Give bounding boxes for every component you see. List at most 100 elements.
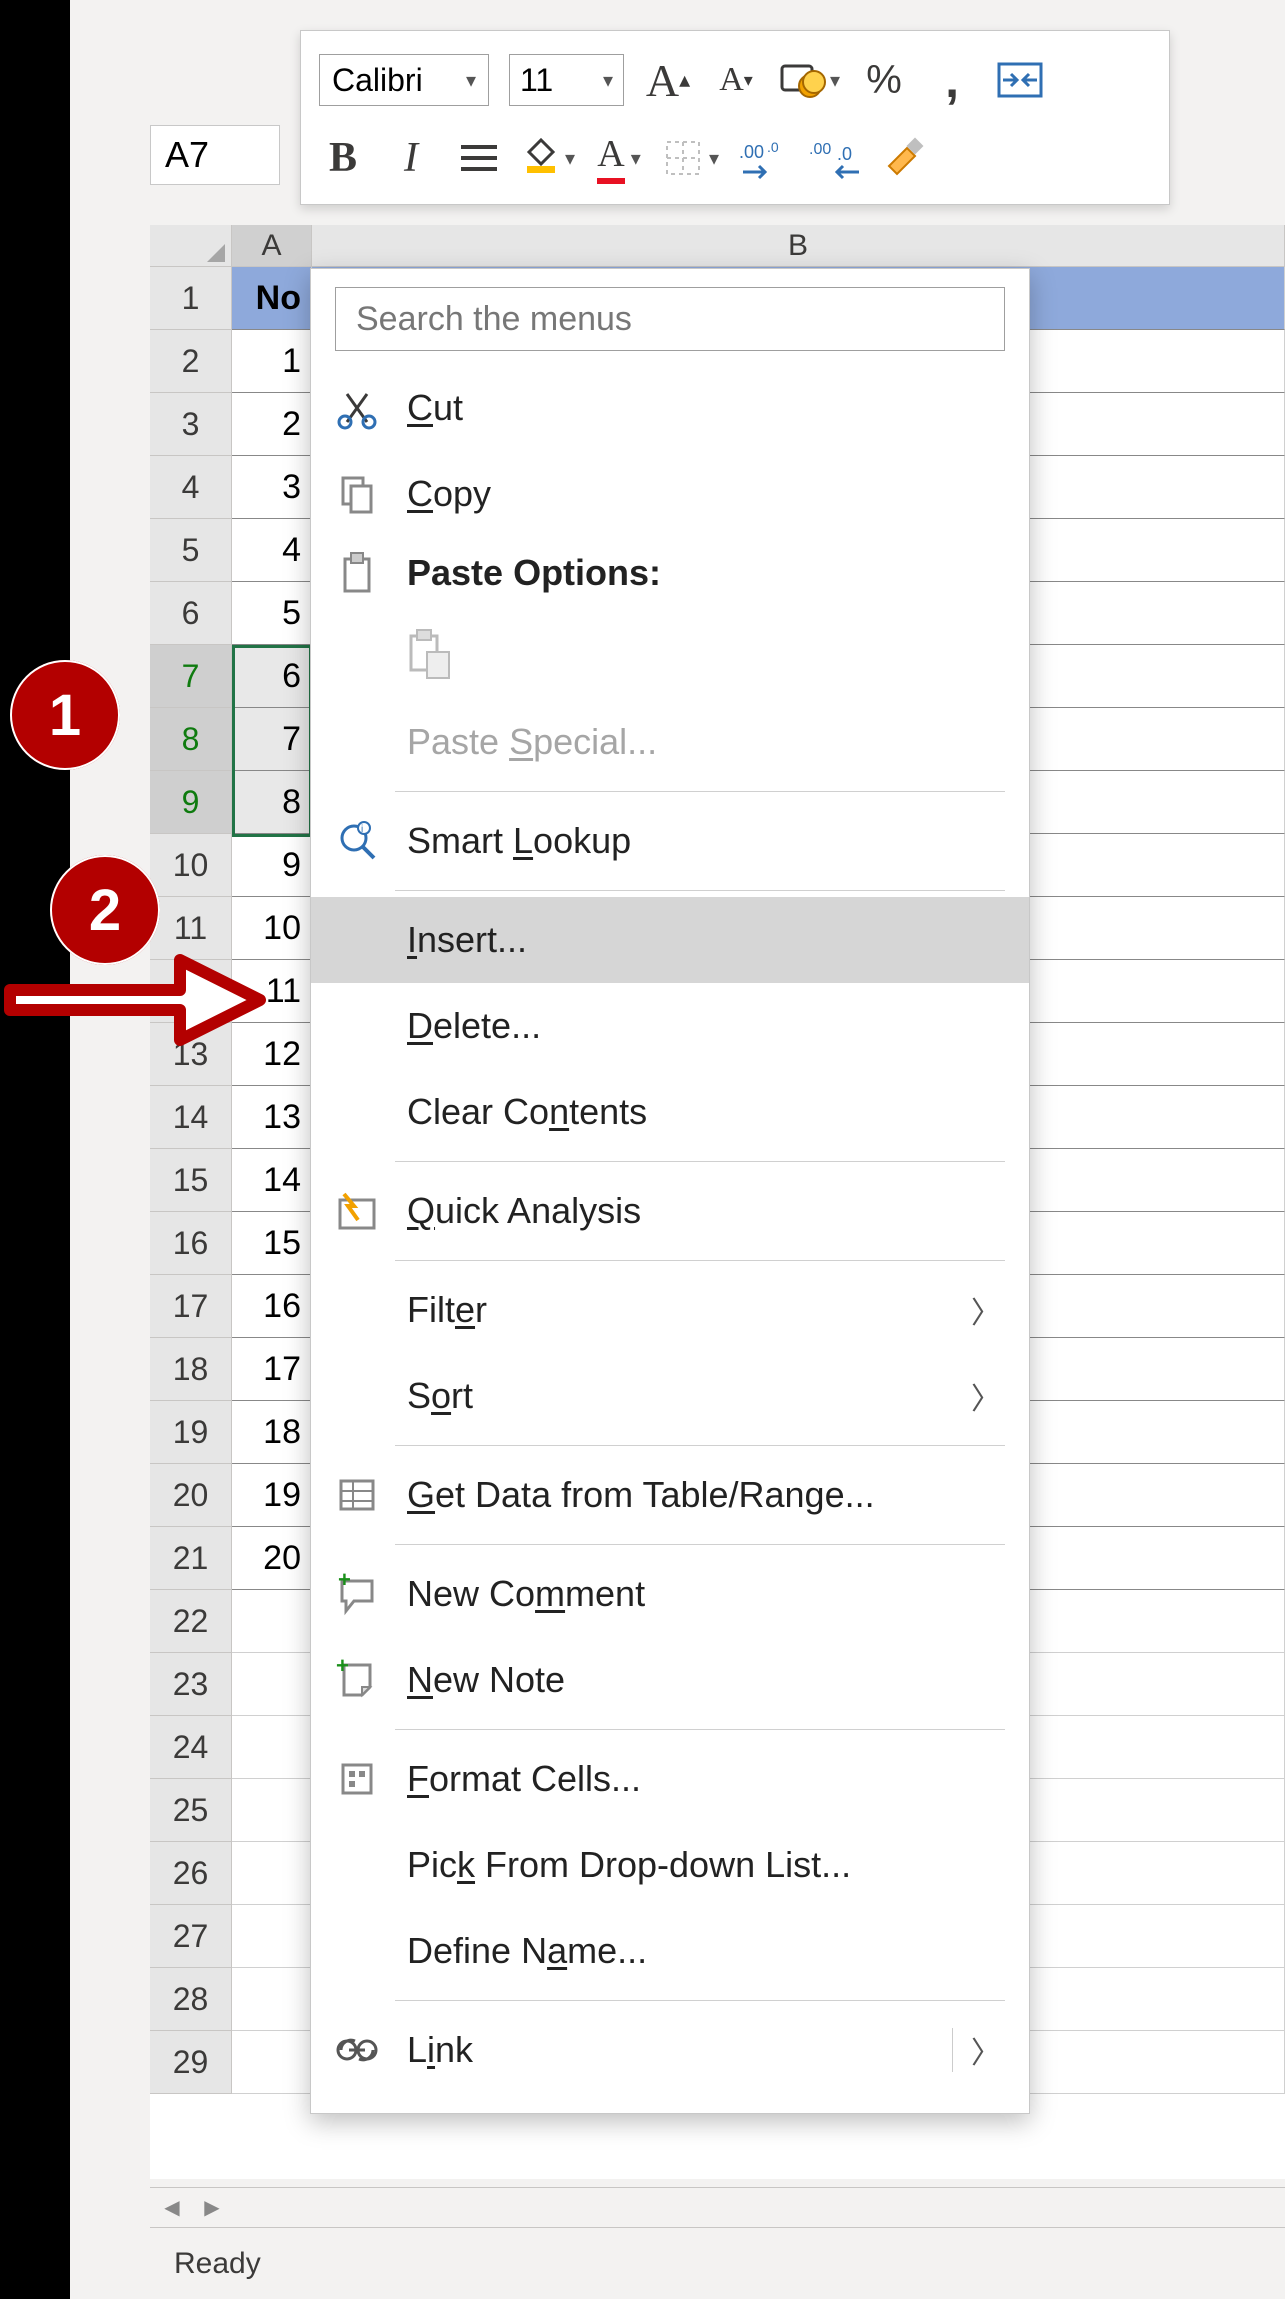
row-header[interactable]: 19 — [150, 1401, 232, 1464]
menu-copy[interactable]: Copy — [311, 451, 1029, 537]
cell[interactable]: 6 — [232, 645, 312, 708]
cell[interactable] — [232, 1968, 312, 2031]
menu-smart-lookup[interactable]: i Smart Lookup — [311, 798, 1029, 884]
borders-button[interactable]: ▾ — [663, 134, 719, 182]
merge-center-button[interactable] — [996, 56, 1044, 104]
increase-decimal-button[interactable]: .00 .0 — [739, 134, 789, 182]
note-icon: + — [333, 1656, 381, 1704]
menu-sort[interactable]: Sort 〉 — [311, 1353, 1029, 1439]
row-header[interactable]: 22 — [150, 1590, 232, 1653]
row-header[interactable]: 29 — [150, 2031, 232, 2094]
percent-style-button[interactable]: % — [860, 56, 908, 104]
row-header[interactable]: 17 — [150, 1275, 232, 1338]
bold-button[interactable]: B — [319, 134, 367, 182]
cell[interactable]: 7 — [232, 708, 312, 771]
cell[interactable]: 1 — [232, 330, 312, 393]
italic-button[interactable]: I — [387, 134, 435, 182]
scroll-right-icon[interactable]: ▶ — [198, 2194, 226, 2222]
accounting-format-button[interactable]: ▾ — [780, 56, 840, 104]
cell[interactable]: 9 — [232, 834, 312, 897]
name-box[interactable]: A7 — [150, 125, 280, 185]
increase-font-size-button[interactable]: A▴ — [644, 56, 692, 104]
chevron-down-icon: ▾ — [466, 68, 476, 93]
menu-separator — [395, 2000, 1005, 2001]
menu-format-cells[interactable]: Format Cells... — [311, 1736, 1029, 1822]
row-header[interactable]: 24 — [150, 1716, 232, 1779]
row-header[interactable]: 21 — [150, 1527, 232, 1590]
row-header[interactable]: 4 — [150, 456, 232, 519]
cell[interactable]: 18 — [232, 1401, 312, 1464]
cell[interactable] — [232, 1779, 312, 1842]
cell[interactable]: 14 — [232, 1149, 312, 1212]
decrease-font-size-button[interactable]: A▾ — [712, 56, 760, 104]
cell[interactable]: 13 — [232, 1086, 312, 1149]
menu-get-data[interactable]: Get Data from Table/Range... — [311, 1452, 1029, 1538]
menu-new-comment[interactable]: + New Comment — [311, 1551, 1029, 1637]
font-size-combo[interactable]: 11 ▾ — [509, 54, 624, 106]
cell[interactable]: 20 — [232, 1527, 312, 1590]
menu-cut[interactable]: Cut — [311, 365, 1029, 451]
row-header[interactable]: 6 — [150, 582, 232, 645]
cell[interactable]: 4 — [232, 519, 312, 582]
column-header-A[interactable]: A — [232, 225, 312, 266]
menu-clear-contents[interactable]: Clear Contents — [311, 1069, 1029, 1155]
row-header[interactable]: 9 — [150, 771, 232, 834]
chevron-down-icon: ▾ — [631, 146, 641, 171]
menu-pick-from-list[interactable]: Pick From Drop-down List... — [311, 1822, 1029, 1908]
row-header[interactable]: 27 — [150, 1905, 232, 1968]
cell[interactable] — [232, 2031, 312, 2094]
row-header[interactable]: 28 — [150, 1968, 232, 2031]
row-header[interactable]: 18 — [150, 1338, 232, 1401]
row-header[interactable]: 23 — [150, 1653, 232, 1716]
menu-delete[interactable]: Delete... — [311, 983, 1029, 1069]
align-icon — [459, 141, 499, 175]
select-all-corner[interactable] — [150, 225, 232, 266]
row-header[interactable]: 5 — [150, 519, 232, 582]
cell[interactable]: 19 — [232, 1464, 312, 1527]
column-header-B[interactable]: B — [312, 225, 1285, 266]
context-menu: Search the menus Cut Copy Paste Options: — [310, 268, 1030, 2114]
cell[interactable]: 3 — [232, 456, 312, 519]
align-button[interactable] — [455, 134, 503, 182]
font-name-combo[interactable]: Calibri ▾ — [319, 54, 489, 106]
row-header[interactable]: 16 — [150, 1212, 232, 1275]
row-header[interactable]: 1 — [150, 267, 232, 330]
menu-insert[interactable]: Insert... — [311, 897, 1029, 983]
cell[interactable]: No — [232, 267, 312, 330]
cell[interactable] — [232, 1905, 312, 1968]
name-box-value: A7 — [165, 134, 209, 176]
menu-search-input[interactable]: Search the menus — [335, 287, 1005, 351]
cell[interactable]: 17 — [232, 1338, 312, 1401]
fill-color-button[interactable]: ▾ — [523, 134, 575, 182]
cell[interactable] — [232, 1842, 312, 1905]
cell[interactable] — [232, 1590, 312, 1653]
menu-link[interactable]: Link 〉 — [311, 2007, 1029, 2093]
cell[interactable]: 2 — [232, 393, 312, 456]
menu-define-name[interactable]: Define Name... — [311, 1908, 1029, 1994]
row-header[interactable]: 2 — [150, 330, 232, 393]
row-header[interactable]: 8 — [150, 708, 232, 771]
row-header[interactable]: 25 — [150, 1779, 232, 1842]
row-header[interactable]: 14 — [150, 1086, 232, 1149]
decrease-decimal-button[interactable]: .00 .0 — [809, 134, 859, 182]
cell[interactable]: 16 — [232, 1275, 312, 1338]
menu-quick-analysis[interactable]: Quick Analysis — [311, 1168, 1029, 1254]
menu-filter[interactable]: Filter 〉 — [311, 1267, 1029, 1353]
horizontal-scrollbar[interactable]: ◀ ▶ — [150, 2187, 1285, 2227]
comma-style-button[interactable]: , — [928, 56, 976, 104]
row-header[interactable]: 20 — [150, 1464, 232, 1527]
cell[interactable] — [232, 1716, 312, 1779]
menu-new-note[interactable]: + New Note — [311, 1637, 1029, 1723]
scroll-left-icon[interactable]: ◀ — [158, 2194, 186, 2222]
row-header[interactable]: 10 — [150, 834, 232, 897]
cell[interactable]: 15 — [232, 1212, 312, 1275]
row-header[interactable]: 7 — [150, 645, 232, 708]
row-header[interactable]: 15 — [150, 1149, 232, 1212]
cell[interactable]: 8 — [232, 771, 312, 834]
format-painter-button[interactable] — [879, 134, 927, 182]
font-color-button[interactable]: A ▾ — [595, 134, 643, 182]
cell[interactable]: 5 — [232, 582, 312, 645]
row-header[interactable]: 3 — [150, 393, 232, 456]
row-header[interactable]: 26 — [150, 1842, 232, 1905]
cell[interactable] — [232, 1653, 312, 1716]
